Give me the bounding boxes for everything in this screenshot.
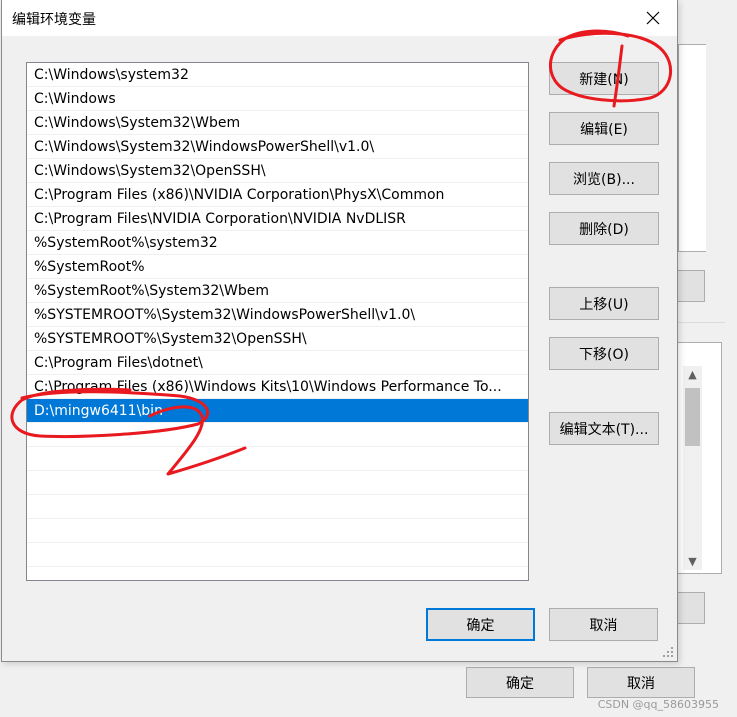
path-list-item[interactable]: %SYSTEMROOT%\System32\OpenSSH\ [27,327,528,351]
path-list-item[interactable]: C:\Windows\System32\OpenSSH\ [27,159,528,183]
parent-cancel-button[interactable]: 取消 [587,667,695,698]
path-list-item[interactable]: C:\Program Files (x86)\Windows Kits\10\W… [27,375,528,399]
path-list-item[interactable]: %SystemRoot%\system32 [27,231,528,255]
parent-button-partial[interactable] [678,270,705,302]
path-list-item[interactable]: C:\Windows\System32\Wbem [27,111,528,135]
path-list-empty-row[interactable] [27,423,528,447]
close-button[interactable] [633,2,673,34]
cancel-button[interactable]: 取消 [549,608,658,641]
title-bar[interactable]: 编辑环境变量 [2,0,677,36]
path-list-empty-row[interactable] [27,447,528,471]
path-list-empty-row[interactable] [27,495,528,519]
path-list-item[interactable]: %SYSTEMROOT%\System32\WindowsPowerShell\… [27,303,528,327]
browse-button[interactable]: 浏览(B)... [549,162,659,195]
parent-user-variables-list[interactable] [678,44,706,252]
scroll-up-icon[interactable]: ▲ [683,366,702,383]
new-button[interactable]: 新建(N) [549,62,659,95]
parent-scrollbar[interactable]: ▲ ▼ [683,366,702,570]
watermark: CSDN @qq_58603955 [597,698,719,711]
path-list-item[interactable]: C:\Program Files\dotnet\ [27,351,528,375]
edit-button[interactable]: 编辑(E) [549,112,659,145]
path-list-item[interactable]: C:\Windows\system32 [27,63,528,87]
edit-env-variable-dialog: 编辑环境变量 C:\Windows\system32 C:\Windows C:\W… [1,0,678,662]
scroll-down-icon[interactable]: ▼ [683,553,702,570]
dialog-title: 编辑环境变量 [12,12,96,28]
parent-ok-button[interactable]: 确定 [466,667,574,698]
resize-grip-icon[interactable] [662,646,674,658]
delete-button[interactable]: 删除(D) [549,212,659,245]
move-down-button[interactable]: 下移(O) [549,337,659,370]
path-list-item[interactable]: C:\Windows\System32\WindowsPowerShell\v1… [27,135,528,159]
path-list-empty-row[interactable] [27,543,528,567]
ok-button[interactable]: 确定 [426,608,535,641]
path-list-item[interactable]: %SystemRoot% [27,255,528,279]
move-up-button[interactable]: 上移(U) [549,287,659,320]
parent-divider [678,322,725,323]
path-list-item[interactable]: %SystemRoot%\System32\Wbem [27,279,528,303]
path-list-item-selected[interactable]: D:\mingw6411\bin [27,399,528,423]
path-list[interactable]: C:\Windows\system32 C:\Windows C:\Windows\… [26,62,529,581]
close-icon [646,11,660,25]
path-list-empty-row[interactable] [27,471,528,495]
edit-text-button[interactable]: 编辑文本(T)... [549,412,659,445]
parent-button-partial-2[interactable] [678,592,705,624]
path-list-item[interactable]: C:\Windows [27,87,528,111]
scroll-thumb[interactable] [685,388,700,446]
path-list-empty-row[interactable] [27,519,528,543]
path-list-item[interactable]: C:\Program Files\NVIDIA Corporation\NVID… [27,207,528,231]
path-list-item[interactable]: C:\Program Files (x86)\NVIDIA Corporatio… [27,183,528,207]
